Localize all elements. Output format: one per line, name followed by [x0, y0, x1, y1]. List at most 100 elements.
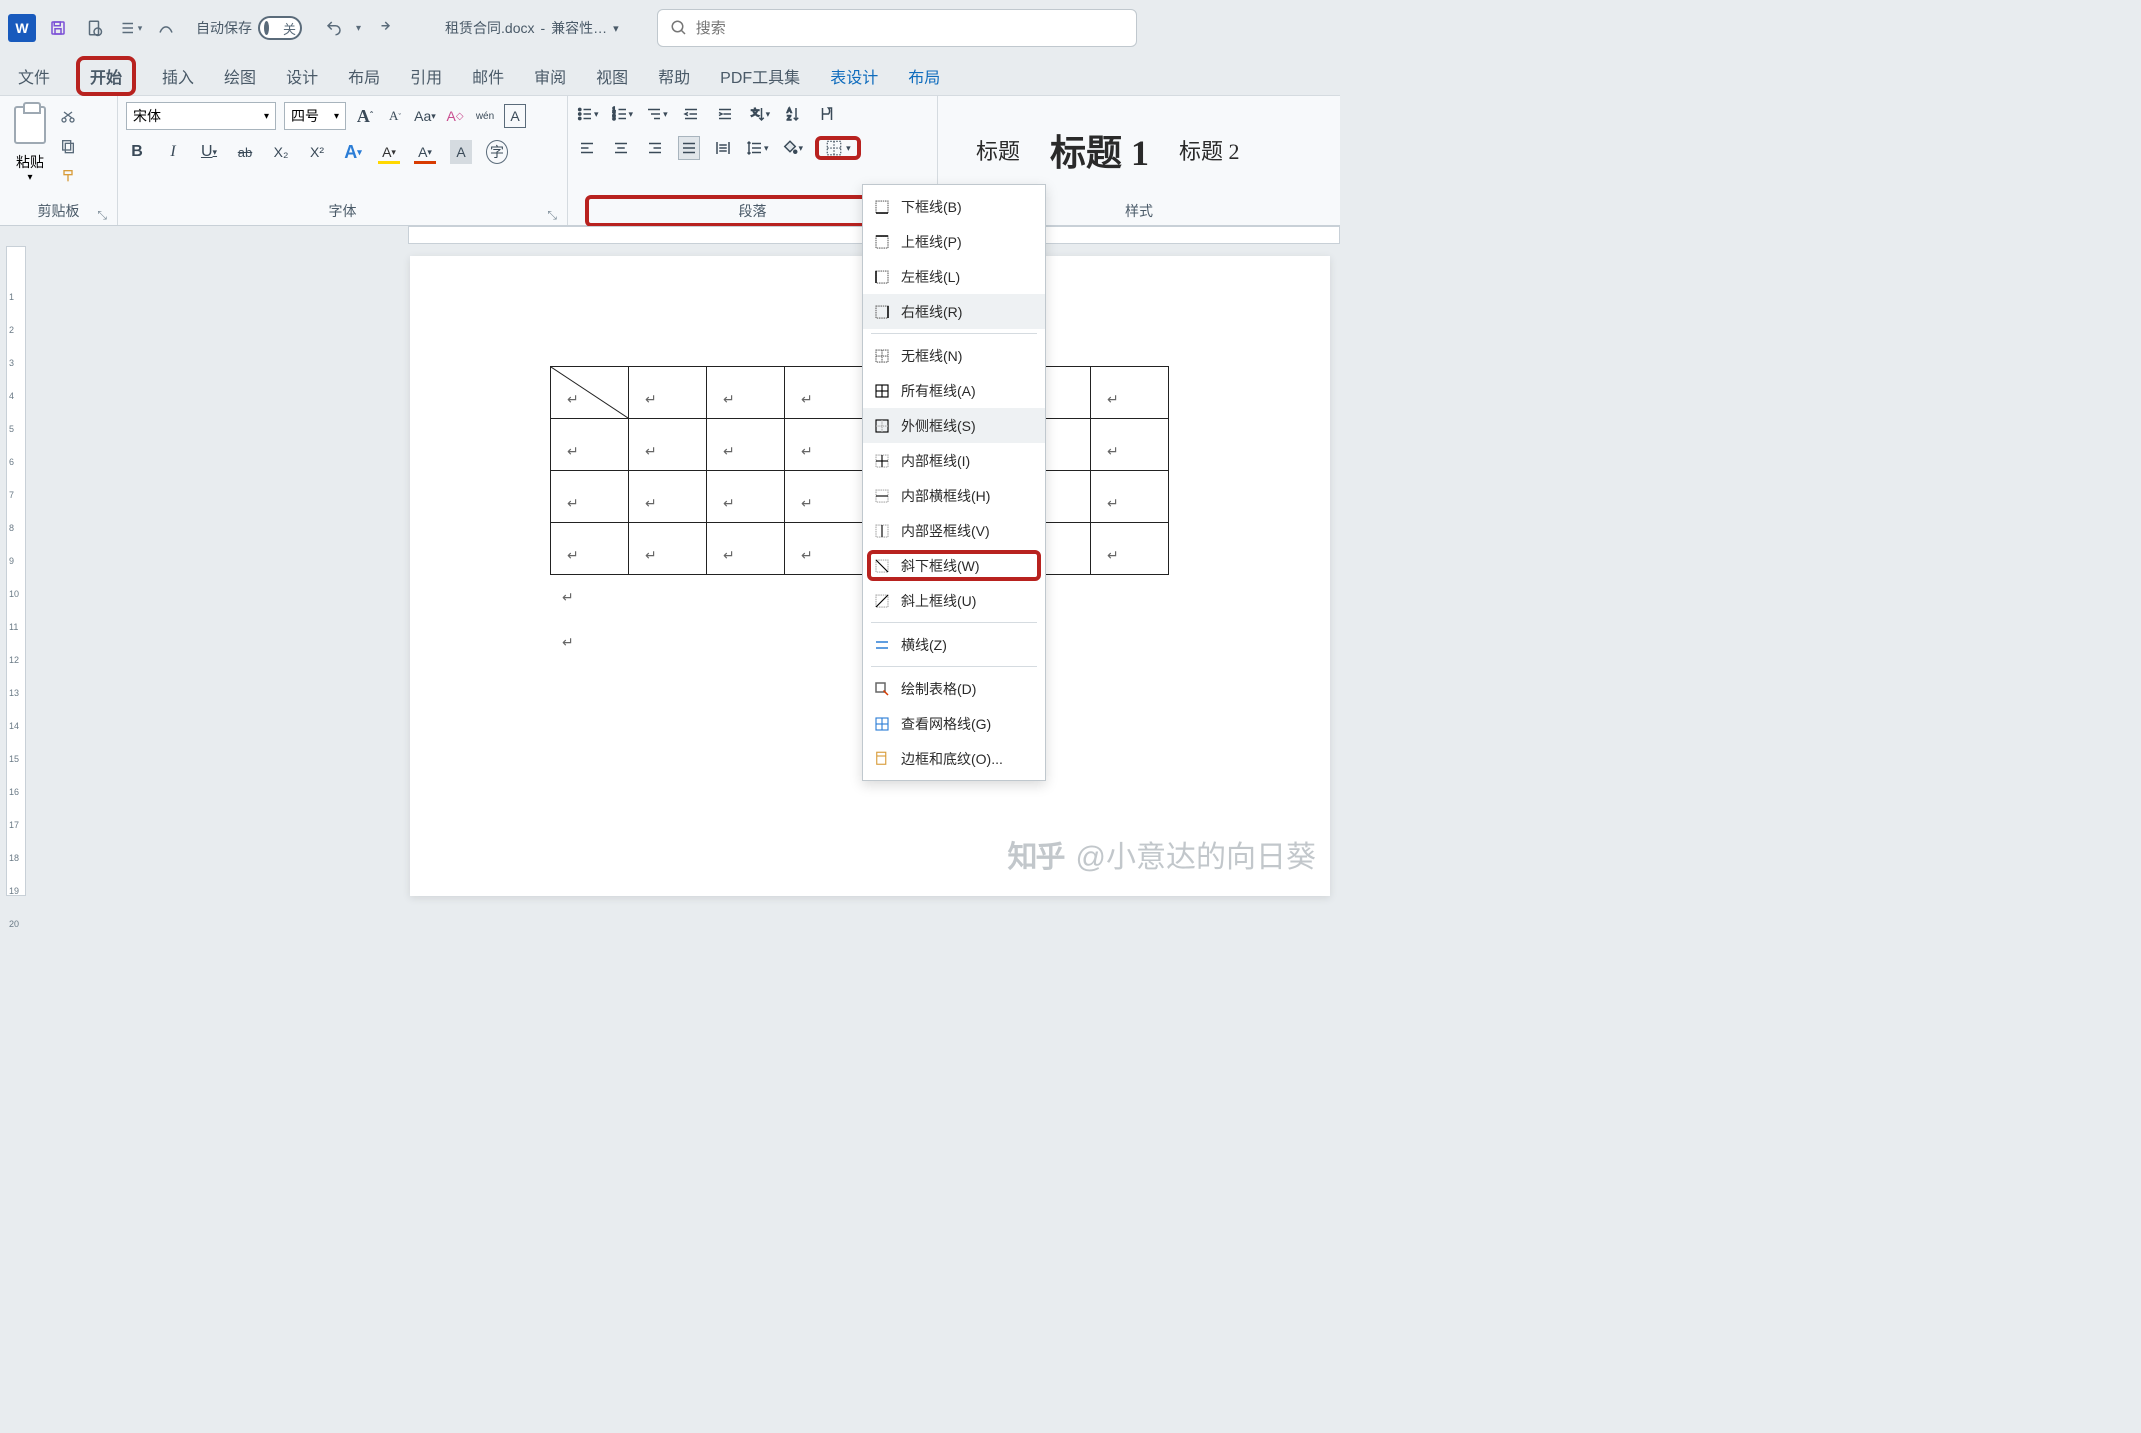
border-none-item[interactable]: 无框线(N)	[863, 338, 1045, 373]
grow-font-icon[interactable]: Aˆ	[354, 104, 376, 128]
tab-file[interactable]: 文件	[14, 58, 54, 94]
table-cell-diagonal[interactable]	[551, 367, 629, 419]
draw-table-item[interactable]: 绘制表格(D)	[863, 671, 1045, 706]
table-cell[interactable]	[629, 471, 707, 523]
subscript-button[interactable]: X₂	[270, 140, 292, 164]
italic-button[interactable]: I	[162, 140, 184, 164]
superscript-button[interactable]: X²	[306, 140, 328, 164]
autosave-toggle[interactable]: 自动保存 关	[196, 16, 302, 40]
align-right-icon[interactable]	[644, 136, 666, 160]
align-left-icon[interactable]	[576, 136, 598, 160]
format-painter-icon[interactable]	[56, 164, 80, 188]
redo-pen-icon[interactable]	[152, 14, 180, 42]
table-cell[interactable]	[785, 419, 863, 471]
sort-icon[interactable]: AZ	[782, 102, 804, 126]
tab-home[interactable]: 开始	[76, 56, 136, 96]
copy-icon[interactable]	[56, 134, 80, 158]
redo-icon[interactable]	[369, 14, 397, 42]
style-title[interactable]: 标题	[976, 134, 1020, 166]
ruler-vertical[interactable]: 1234567891011121314151617181920	[6, 246, 26, 896]
justify-icon[interactable]	[678, 136, 700, 160]
paste-button[interactable]: 粘贴	[16, 152, 44, 172]
border-diag-down-item[interactable]: 斜下框线(W)	[863, 548, 1045, 583]
align-center-icon[interactable]	[610, 136, 632, 160]
font-color-button[interactable]: A▾	[414, 140, 436, 164]
border-top-item[interactable]: 上框线(P)	[863, 224, 1045, 259]
font-size-select[interactable]: 四号▾	[284, 102, 346, 130]
tab-insert[interactable]: 插入	[158, 58, 198, 94]
table-cell[interactable]	[629, 523, 707, 575]
borders-shading-item[interactable]: 边框和底纹(O)...	[863, 741, 1045, 776]
table-cell[interactable]	[551, 471, 629, 523]
show-marks-icon[interactable]	[816, 102, 838, 126]
char-shading-button[interactable]: A	[450, 140, 472, 164]
table-cell[interactable]	[1091, 523, 1169, 575]
tab-mailings[interactable]: 邮件	[468, 58, 508, 94]
decrease-indent-icon[interactable]	[680, 102, 702, 126]
view-gridlines-item[interactable]: 查看网格线(G)	[863, 706, 1045, 741]
style-heading2[interactable]: 标题 2	[1179, 134, 1240, 166]
underline-button[interactable]: U▾	[198, 140, 220, 164]
font-name-select[interactable]: 宋体▾	[126, 102, 276, 130]
table-cell[interactable]	[707, 367, 785, 419]
table-cell[interactable]	[1091, 367, 1169, 419]
bold-button[interactable]: B	[126, 140, 148, 164]
search-input[interactable]	[696, 20, 1124, 37]
border-right-item[interactable]: 右框线(R)	[863, 294, 1045, 329]
launcher-icon[interactable]: ⤡	[547, 208, 557, 223]
table-cell[interactable]	[785, 367, 863, 419]
table-cell[interactable]	[785, 471, 863, 523]
text-effects-button[interactable]: A▾	[342, 140, 364, 164]
text-direction-icon[interactable]: 文▾	[748, 102, 771, 126]
line-spacing-icon[interactable]: ▾	[746, 136, 769, 160]
tab-table-layout[interactable]: 布局	[904, 58, 944, 94]
cut-icon[interactable]	[56, 104, 80, 128]
change-case-button[interactable]: Aa▾	[414, 104, 436, 128]
enclose-char-button[interactable]: 字	[486, 140, 508, 164]
table-cell[interactable]	[551, 419, 629, 471]
border-inside-h-item[interactable]: 内部横框线(H)	[863, 478, 1045, 513]
distribute-icon[interactable]	[712, 136, 734, 160]
document-table[interactable]	[550, 366, 1169, 575]
border-left-item[interactable]: 左框线(L)	[863, 259, 1045, 294]
launcher-icon[interactable]: ⤡	[97, 208, 107, 223]
style-heading1[interactable]: 标题 1	[1050, 124, 1149, 176]
tab-draw[interactable]: 绘图	[220, 58, 260, 94]
tab-view[interactable]: 视图	[592, 58, 632, 94]
tab-layout[interactable]: 布局	[344, 58, 384, 94]
clear-format-icon[interactable]: A◇	[444, 104, 466, 128]
tab-help[interactable]: 帮助	[654, 58, 694, 94]
phonetic-guide-button[interactable]: wén	[474, 104, 496, 128]
border-all-item[interactable]: 所有框线(A)	[863, 373, 1045, 408]
border-bottom-item[interactable]: 下框线(B)	[863, 189, 1045, 224]
tab-review[interactable]: 审阅	[530, 58, 570, 94]
border-inside-v-item[interactable]: 内部竖框线(V)	[863, 513, 1045, 548]
tab-pdf[interactable]: PDF工具集	[716, 58, 804, 94]
table-cell[interactable]	[629, 367, 707, 419]
border-inside-item[interactable]: 内部框线(I)	[863, 443, 1045, 478]
border-diag-up-item[interactable]: 斜上框线(U)	[863, 583, 1045, 618]
table-cell[interactable]	[707, 419, 785, 471]
undo-icon[interactable]	[320, 14, 348, 42]
search-box[interactable]	[657, 9, 1137, 47]
tab-table-design[interactable]: 表设计	[826, 58, 882, 94]
tab-design[interactable]: 设计	[282, 58, 322, 94]
table-cell[interactable]	[551, 523, 629, 575]
table-cell[interactable]	[707, 523, 785, 575]
strikethrough-button[interactable]: ab	[234, 140, 256, 164]
numbering-button[interactable]: 123▾	[611, 102, 634, 126]
borders-button[interactable]: ▾	[815, 136, 861, 160]
horizontal-line-item[interactable]: 横线(Z)	[863, 627, 1045, 662]
increase-indent-icon[interactable]	[714, 102, 736, 126]
table-cell[interactable]	[785, 523, 863, 575]
char-border-icon[interactable]: A	[504, 104, 526, 128]
ruler-horizontal[interactable]	[28, 226, 1340, 246]
tab-references[interactable]: 引用	[406, 58, 446, 94]
shading-icon[interactable]: ▾	[781, 136, 804, 160]
table-cell[interactable]	[1091, 419, 1169, 471]
border-outside-item[interactable]: 外侧框线(S)	[863, 408, 1045, 443]
multilevel-list-button[interactable]: ▾	[645, 102, 668, 126]
highlight-button[interactable]: A▾	[378, 140, 400, 164]
table-cell[interactable]	[1091, 471, 1169, 523]
shrink-font-icon[interactable]: Aˇ	[384, 104, 406, 128]
